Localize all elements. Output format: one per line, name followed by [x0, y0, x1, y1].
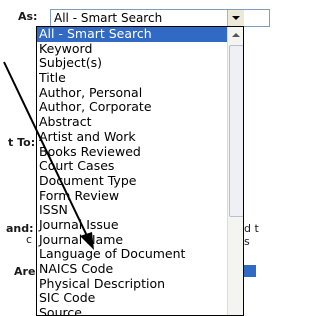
dropdown-option[interactable]: Subject(s): [37, 56, 227, 71]
search-type-dropdown-list[interactable]: All - Smart Search Keyword Subject(s) Title…: [36, 26, 244, 316]
options-list: All - Smart Search Keyword Subject(s) Title…: [37, 27, 227, 315]
dropdown-option[interactable]: Journal Issue: [37, 217, 227, 233]
expand-text-fragment-2: s: [244, 235, 250, 248]
expand-text-fragment: d t: [244, 222, 259, 235]
dropdown-option[interactable]: Form Review: [37, 188, 227, 204]
dropdown-option[interactable]: ISSN: [37, 203, 227, 218]
dropdown-option[interactable]: All - Smart Search: [37, 27, 227, 42]
dropdown-option[interactable]: Title: [37, 70, 227, 86]
scrollbar[interactable]: [227, 27, 243, 315]
dropdown-option[interactable]: Artist and Work: [37, 129, 227, 145]
dropdown-option[interactable]: Court Cases: [37, 158, 227, 174]
chevron-up-icon: [232, 33, 240, 37]
dropdown-button[interactable]: [227, 10, 244, 26]
search-type-value: All - Smart Search: [54, 11, 163, 25]
dropdown-option[interactable]: Keyword: [37, 41, 227, 57]
dropdown-option[interactable]: Journal Name: [37, 232, 227, 248]
search-as-label: As:: [18, 10, 38, 23]
dropdown-option[interactable]: Books Reviewed: [37, 144, 227, 160]
area-select-highlight: [244, 265, 256, 277]
scroll-up-button[interactable]: [229, 28, 243, 42]
search-type-select[interactable]: All - Smart Search: [50, 9, 270, 27]
dropdown-option[interactable]: Author, Corporate: [37, 100, 227, 115]
dropdown-option[interactable]: Physical Description: [37, 276, 227, 292]
dropdown-option[interactable]: Language of Document: [37, 247, 227, 262]
dropdown-option[interactable]: NAICS Code: [37, 261, 227, 277]
chevron-down-icon: [232, 16, 240, 20]
dropdown-option[interactable]: Abstract: [37, 114, 227, 130]
expand-fragment: c: [26, 233, 33, 246]
sort-to-label: t To:: [8, 136, 36, 149]
dropdown-option[interactable]: Author, Personal: [37, 85, 227, 101]
dropdown-option[interactable]: SIC Code: [37, 291, 227, 306]
dropdown-option[interactable]: Document Type: [37, 173, 227, 189]
dropdown-option[interactable]: Source: [37, 305, 227, 315]
scrollbar-thumb[interactable]: [229, 45, 243, 217]
